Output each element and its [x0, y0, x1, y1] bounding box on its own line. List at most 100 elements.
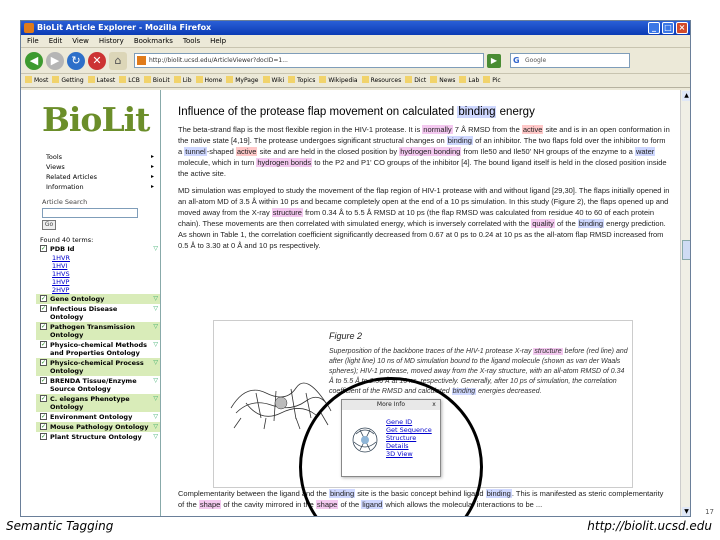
tagged-term[interactable]: active: [235, 147, 258, 156]
sidebar-item-related-articles[interactable]: Related Articles ▸: [36, 172, 160, 182]
triangle-down-icon[interactable]: ▽: [153, 377, 158, 385]
reload-icon[interactable]: ↻: [67, 51, 85, 70]
triangle-down-icon[interactable]: ▽: [153, 423, 158, 431]
category-environment[interactable]: ✓ Environment Ontology ▽: [36, 412, 160, 422]
category-pathogen-transmission[interactable]: ✓ Pathogen Transmission Ontology ▽: [36, 322, 160, 340]
tagged-term[interactable]: structure: [533, 348, 563, 355]
checkbox[interactable]: ✓: [40, 359, 47, 366]
bookmark-item[interactable]: Latest: [88, 74, 116, 87]
checkbox[interactable]: ✓: [40, 245, 47, 252]
bookmark-item[interactable]: News: [430, 74, 455, 87]
category-label: Mouse Pathology Ontology: [50, 423, 149, 431]
chevron-right-icon: ▸: [150, 173, 154, 180]
category-mouse-pathology[interactable]: ✓ Mouse Pathology Ontology ▽: [36, 422, 160, 432]
tagged-term[interactable]: active: [521, 125, 544, 134]
search-input[interactable]: Google: [510, 53, 630, 68]
triangle-down-icon[interactable]: ▽: [153, 323, 158, 331]
pdb-link[interactable]: 1HVP: [36, 278, 160, 286]
pdb-link[interactable]: 1HVR: [36, 254, 160, 262]
maximize-button[interactable]: □: [662, 22, 674, 34]
bookmark-item[interactable]: MyPage: [226, 74, 258, 87]
bookmark-item[interactable]: Dict: [405, 74, 426, 87]
triangle-down-icon[interactable]: ▽: [153, 395, 158, 403]
bookmark-item[interactable]: LCB: [119, 74, 140, 87]
bookmark-item[interactable]: BioLit: [144, 74, 170, 87]
menu-bookmarks[interactable]: Bookmarks: [134, 35, 173, 47]
tagged-term[interactable]: binding: [457, 106, 497, 118]
tagged-term[interactable]: hydrogen bonding: [399, 147, 462, 156]
bookmark-item[interactable]: Home: [196, 74, 223, 87]
triangle-down-icon[interactable]: ▽: [153, 305, 158, 313]
category-pdb-id[interactable]: ✓ PDB Id ▽: [36, 244, 160, 254]
tagged-term[interactable]: tunnel: [184, 147, 207, 156]
tagged-term[interactable]: hydrogen bonds: [256, 158, 313, 167]
menu-view[interactable]: View: [72, 35, 89, 47]
pdb-link[interactable]: 1HVI: [36, 262, 160, 270]
tagged-term[interactable]: normally: [422, 125, 453, 134]
menu-tools[interactable]: Tools: [183, 35, 200, 47]
category-infectious-disease[interactable]: ✓ Infectious Disease Ontology ▽: [36, 304, 160, 322]
article-search-input[interactable]: [42, 208, 138, 218]
close-button[interactable]: ×: [676, 22, 688, 34]
bookmark-item[interactable]: Wikipedia: [319, 74, 357, 87]
bookmark-item[interactable]: Lab: [459, 74, 479, 87]
bookmark-item[interactable]: Pic: [483, 74, 500, 87]
tagged-term[interactable]: quality: [531, 219, 555, 228]
tagged-term[interactable]: shape: [198, 500, 222, 509]
triangle-down-icon[interactable]: ▽: [153, 433, 158, 441]
home-icon[interactable]: ⌂: [109, 51, 127, 70]
triangle-down-icon[interactable]: ▽: [153, 341, 158, 349]
bookmark-item[interactable]: Getting: [52, 74, 83, 87]
tagged-term[interactable]: water: [634, 147, 656, 156]
category-gene-ontology[interactable]: ✓ Gene Ontology ▽: [36, 294, 160, 304]
bookmark-item[interactable]: Resources: [362, 74, 402, 87]
menu-history[interactable]: History: [99, 35, 124, 47]
checkbox[interactable]: ✓: [40, 305, 47, 312]
category-brenda[interactable]: ✓ BRENDA Tissue/Enzyme Source Ontology ▽: [36, 376, 160, 394]
checkbox[interactable]: ✓: [40, 323, 47, 330]
bookmark-item[interactable]: Wiki: [263, 74, 285, 87]
scroll-down-arrow-icon[interactable]: ▼: [682, 507, 690, 516]
forward-arrow-icon[interactable]: ▶: [46, 51, 64, 70]
checkbox[interactable]: ✓: [40, 433, 47, 440]
checkbox[interactable]: ✓: [40, 413, 47, 420]
sidebar-item-tools[interactable]: Tools ▸: [36, 152, 160, 162]
url-field[interactable]: http://biolit.ucsd.edu/ArticleViewer?doc…: [134, 53, 484, 68]
go-arrow-icon[interactable]: ▶: [487, 53, 501, 68]
sidebar-item-views[interactable]: Views ▸: [36, 162, 160, 172]
pdb-link[interactable]: 2HVP: [36, 286, 160, 294]
article-search-go-button[interactable]: Go: [42, 220, 56, 230]
back-arrow-icon[interactable]: ◀: [25, 51, 43, 70]
triangle-down-icon[interactable]: ▽: [153, 359, 158, 367]
bookmark-item[interactable]: Lib: [174, 74, 192, 87]
triangle-down-icon[interactable]: ▽: [153, 245, 158, 253]
tagged-term[interactable]: binding: [577, 219, 605, 228]
tagged-term[interactable]: binding: [485, 489, 512, 498]
tagged-term[interactable]: structure: [271, 208, 303, 217]
scroll-up-arrow-icon[interactable]: ▲: [682, 91, 690, 101]
bookmark-item[interactable]: Most: [25, 74, 48, 87]
checkbox[interactable]: ✓: [40, 295, 47, 302]
checkbox[interactable]: ✓: [40, 377, 47, 384]
menu-file[interactable]: File: [27, 35, 39, 47]
pdb-link[interactable]: 1HVS: [36, 270, 160, 278]
triangle-down-icon[interactable]: ▽: [153, 413, 158, 421]
bookmark-item[interactable]: Topics: [288, 74, 315, 87]
stop-icon[interactable]: ✕: [88, 51, 106, 70]
checkbox[interactable]: ✓: [40, 423, 47, 430]
tagged-term[interactable]: binding: [446, 136, 473, 145]
triangle-down-icon[interactable]: ▽: [153, 295, 158, 303]
menu-help[interactable]: Help: [210, 35, 226, 47]
category-c-elegans[interactable]: ✓ C. elegans Phenotype Ontology ▽: [36, 394, 160, 412]
checkbox[interactable]: ✓: [40, 341, 47, 348]
minimize-button[interactable]: _: [648, 22, 660, 34]
sidebar-item-information[interactable]: Information ▸: [36, 182, 160, 192]
checkbox[interactable]: ✓: [40, 395, 47, 402]
category-physico-chemical-process[interactable]: ✓ Physico-chemical Process Ontology ▽: [36, 358, 160, 376]
scrollbar-thumb[interactable]: [682, 240, 690, 260]
category-plant-structure[interactable]: ✓ Plant Structure Ontology ▽: [36, 432, 160, 442]
menu-edit[interactable]: Edit: [49, 35, 63, 47]
vertical-scrollbar[interactable]: ▲ ▼: [680, 90, 690, 516]
tagged-term[interactable]: binding: [451, 388, 477, 395]
category-physico-chemical-methods[interactable]: ✓ Physico-chemical Methods and Propertie…: [36, 340, 160, 358]
